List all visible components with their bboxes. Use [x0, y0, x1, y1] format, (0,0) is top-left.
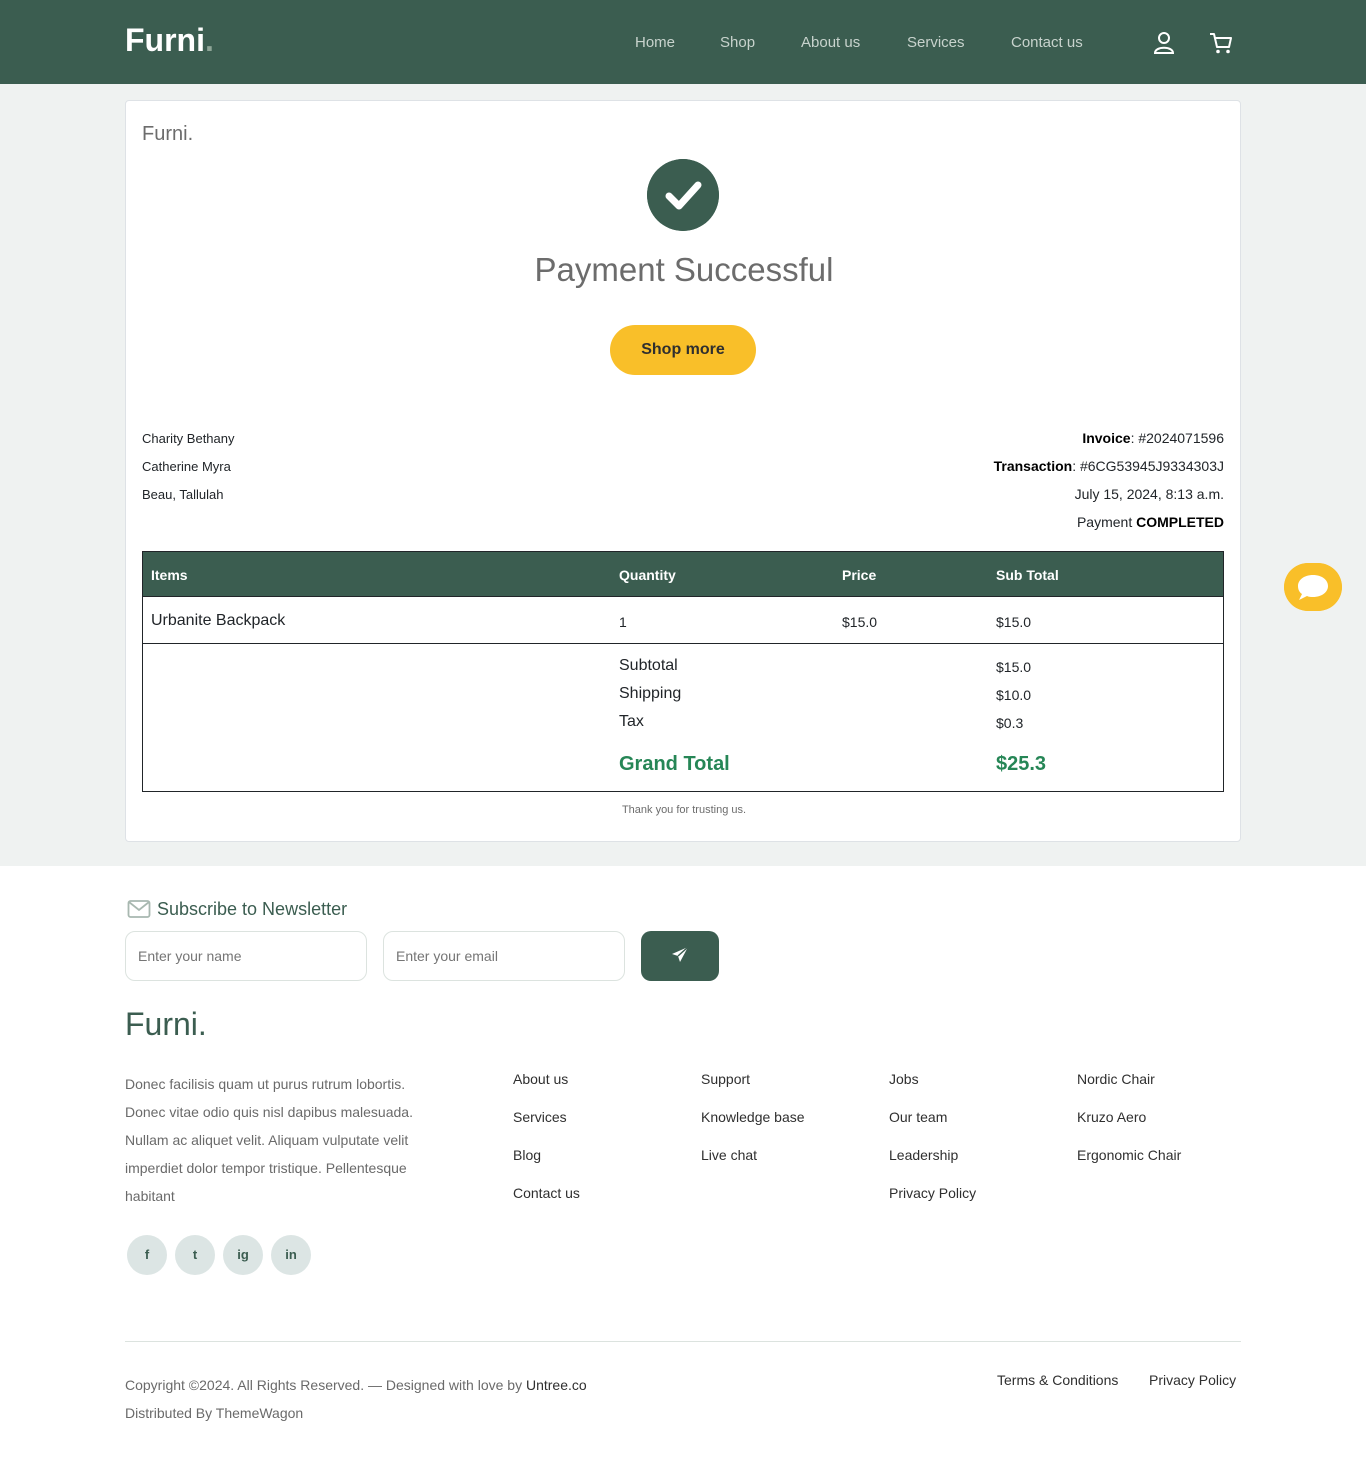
newsletter-title: Subscribe to Newsletter — [157, 899, 348, 919]
shipping-value: $10.0 — [996, 687, 1032, 703]
receipt-card: Furni. Payment Successful Shop more Char… — [125, 100, 1241, 842]
footer-logo[interactable]: Furni. — [125, 1006, 207, 1043]
col-quantity: Quantity — [619, 567, 676, 583]
footer-link-jobs[interactable]: Jobs — [889, 1071, 919, 1087]
footer-link-ergonomic-chair[interactable]: Ergonomic Chair — [1077, 1147, 1181, 1163]
grand-total-label: Grand Total — [619, 753, 730, 775]
tax-value: $0.3 — [996, 715, 1024, 731]
subtotal-label: Subtotal — [619, 657, 678, 674]
distributed-by: Distributed By ThemeWagon — [125, 1405, 304, 1421]
footer-link-support[interactable]: Support — [701, 1071, 750, 1087]
untree-link[interactable]: Untree.co — [526, 1377, 587, 1393]
brand-logo[interactable]: Furni. — [125, 22, 214, 59]
thank-you-note: Thank you for trusting us. — [621, 804, 747, 816]
nav-services[interactable]: Services — [907, 34, 965, 51]
footer-link-our-team[interactable]: Our team — [889, 1109, 947, 1125]
order-table: Items Quantity Price Sub Total Urbanite … — [142, 551, 1224, 792]
shipping-label: Shipping — [619, 685, 682, 702]
envelope-icon — [127, 900, 151, 918]
footer-link-services[interactable]: Services — [513, 1109, 567, 1125]
item-name: Urbanite Backpack — [151, 612, 286, 629]
invoice-number: Invoice: #2024071596 — [1082, 430, 1224, 446]
footer-link-blog[interactable]: Blog — [513, 1147, 541, 1163]
footer-link-nordic-chair[interactable]: Nordic Chair — [1077, 1071, 1155, 1087]
footer-link-privacy[interactable]: Privacy Policy — [889, 1185, 976, 1201]
footer-link-kruzo-aero[interactable]: Kruzo Aero — [1077, 1109, 1146, 1125]
top-navbar: Furni. Home Shop About us Services Conta… — [0, 0, 1366, 84]
email-input[interactable] — [383, 931, 625, 981]
grand-total-value: $25.3 — [996, 753, 1047, 775]
nav-about[interactable]: About us — [801, 34, 860, 51]
payment-title: Payment Successful — [534, 251, 834, 288]
cart-icon[interactable] — [1208, 30, 1234, 56]
nav-shop[interactable]: Shop — [720, 34, 755, 51]
twitter-icon[interactable]: t — [175, 1235, 215, 1275]
shop-more-button[interactable]: Shop more — [610, 325, 756, 375]
linkedin-icon[interactable]: in — [271, 1235, 311, 1275]
col-subtotal: Sub Total — [996, 567, 1059, 583]
item-quantity: 1 — [619, 614, 627, 630]
footer-divider — [125, 1341, 1241, 1342]
copyright: Copyright ©2024. All Rights Reserved. — … — [125, 1377, 587, 1421]
footer-link-live-chat[interactable]: Live chat — [701, 1147, 757, 1163]
footer-description: Donec facilisis quam ut purus rutrum lob… — [125, 1076, 413, 1204]
payment-status: Payment COMPLETED — [1076, 514, 1224, 530]
footer-link-leadership[interactable]: Leadership — [889, 1147, 958, 1163]
transaction-id: Transaction: #6CG53945J9334303J — [993, 458, 1224, 474]
user-icon[interactable] — [1151, 30, 1177, 56]
chat-icon[interactable] — [1284, 563, 1342, 611]
instagram-icon[interactable]: ig — [223, 1235, 263, 1275]
check-icon — [647, 159, 719, 231]
footer-link-about[interactable]: About us — [513, 1071, 568, 1087]
paper-plane-icon — [672, 945, 689, 962]
receipt-logo: Furni. — [142, 123, 194, 145]
row-divider — [143, 643, 1223, 644]
item-price: $15.0 — [842, 614, 878, 630]
tax-label: Tax — [619, 713, 644, 730]
privacy-policy-link[interactable]: Privacy Policy — [1149, 1372, 1236, 1388]
col-items: Items — [151, 567, 188, 583]
nav-home[interactable]: Home — [635, 34, 675, 51]
item-subtotal: $15.0 — [996, 614, 1032, 630]
payment-date: July 15, 2024, 8:13 a.m. — [1074, 486, 1224, 502]
name-input[interactable] — [125, 931, 367, 981]
terms-link[interactable]: Terms & Conditions — [997, 1372, 1118, 1388]
nav-contact[interactable]: Contact us — [1011, 34, 1083, 51]
col-price: Price — [842, 567, 877, 583]
table-header: Items Quantity Price Sub Total — [143, 552, 1223, 597]
address-line: Charity Bethany — [142, 431, 235, 446]
subtotal-value: $15.0 — [996, 659, 1032, 675]
facebook-icon[interactable]: f — [127, 1235, 167, 1275]
address-line: Beau, Tallulah — [142, 487, 224, 502]
footer-link-contact[interactable]: Contact us — [513, 1185, 580, 1201]
subscribe-button[interactable] — [641, 931, 719, 981]
footer-link-knowledge-base[interactable]: Knowledge base — [701, 1109, 805, 1125]
address-line: Catherine Myra — [142, 459, 231, 474]
